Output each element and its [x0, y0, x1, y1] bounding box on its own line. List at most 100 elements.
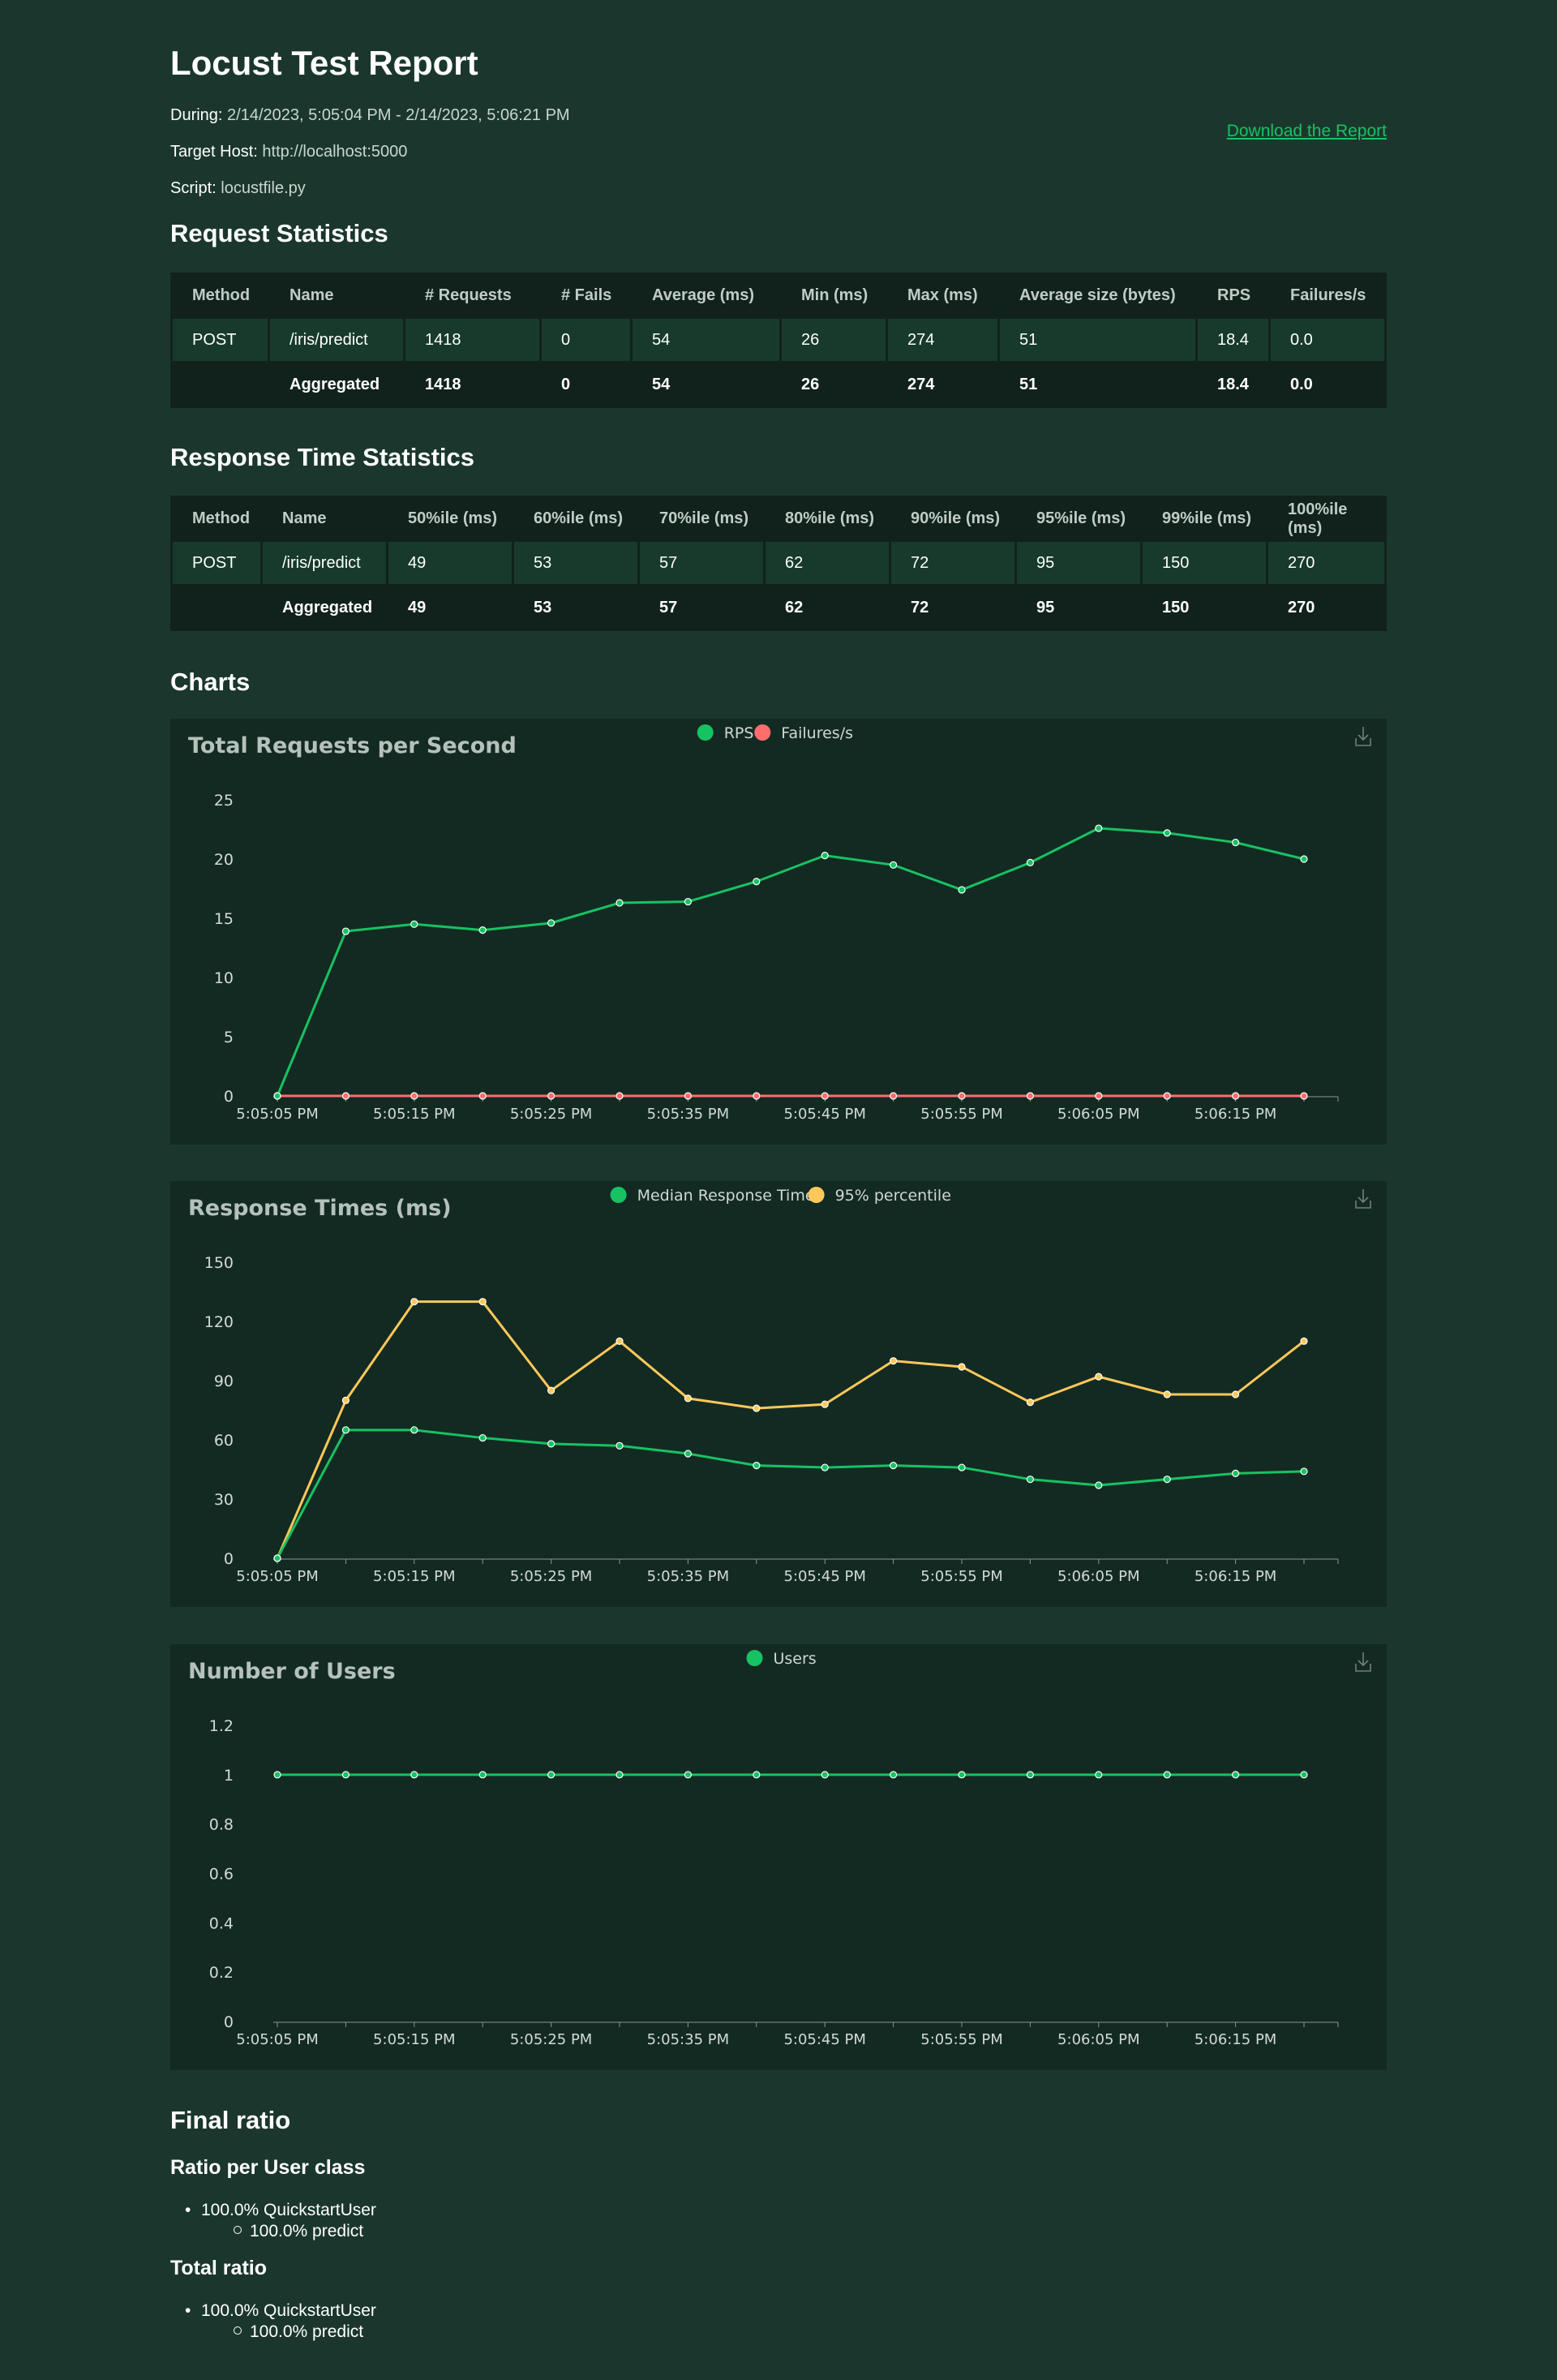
data-point[interactable] — [1231, 1092, 1240, 1100]
data-point[interactable] — [958, 1771, 966, 1779]
data-point[interactable] — [684, 1394, 693, 1403]
data-point[interactable] — [410, 1298, 418, 1306]
legend-label[interactable]: Median Response Time — [637, 1187, 815, 1205]
data-point[interactable] — [547, 1771, 555, 1779]
data-point[interactable] — [958, 1363, 966, 1371]
download-report-link[interactable]: Download the Report — [1227, 122, 1387, 141]
request-statistics-heading: Request Statistics — [170, 219, 388, 247]
data-point[interactable] — [1095, 824, 1103, 832]
data-point[interactable] — [616, 899, 624, 907]
legend-label[interactable]: Users — [774, 1650, 817, 1668]
data-point[interactable] — [410, 1426, 418, 1434]
legend-swatch[interactable] — [754, 724, 771, 741]
data-point[interactable] — [341, 1092, 350, 1100]
download-icon[interactable] — [1355, 1652, 1371, 1672]
data-point[interactable] — [1163, 1390, 1171, 1398]
data-point[interactable] — [753, 878, 761, 886]
data-point[interactable] — [410, 920, 418, 928]
data-point[interactable] — [1231, 838, 1240, 847]
data-point[interactable] — [478, 1298, 487, 1306]
data-point[interactable] — [889, 1357, 898, 1365]
legend-label[interactable]: Failures/s — [781, 724, 853, 742]
data-point[interactable] — [478, 1433, 487, 1442]
data-point[interactable] — [821, 1771, 829, 1779]
data-point[interactable] — [341, 1426, 350, 1434]
data-point[interactable] — [684, 897, 693, 906]
data-point[interactable] — [821, 852, 829, 860]
data-point[interactable] — [1026, 1092, 1035, 1100]
charts-heading: Charts — [170, 668, 251, 696]
data-point[interactable] — [341, 1771, 350, 1779]
data-point[interactable] — [1163, 829, 1171, 837]
legend-label[interactable]: RPS — [724, 724, 754, 742]
data-point[interactable] — [547, 1386, 555, 1394]
data-point[interactable] — [684, 1450, 693, 1458]
data-point[interactable] — [821, 1463, 829, 1471]
data-point[interactable] — [1095, 1092, 1103, 1100]
data-point[interactable] — [1231, 1469, 1240, 1477]
data-point[interactable] — [1095, 1373, 1103, 1381]
user-class-ratio: 100.0% QuickstartUser — [201, 2201, 376, 2219]
data-point[interactable] — [1231, 1390, 1240, 1398]
data-point[interactable] — [616, 1092, 624, 1100]
data-point[interactable] — [341, 1396, 350, 1404]
legend-swatch[interactable] — [610, 1187, 627, 1203]
legend-swatch[interactable] — [697, 724, 714, 741]
data-point[interactable] — [958, 1463, 966, 1471]
data-point[interactable] — [821, 1092, 829, 1100]
table-cell: 150 — [1143, 586, 1266, 629]
data-point[interactable] — [889, 861, 898, 869]
data-point[interactable] — [889, 1092, 898, 1100]
data-point[interactable] — [616, 1441, 624, 1450]
data-point[interactable] — [684, 1771, 693, 1779]
data-point[interactable] — [1163, 1771, 1171, 1779]
data-point[interactable] — [753, 1092, 761, 1100]
data-point[interactable] — [273, 1554, 281, 1562]
data-point[interactable] — [478, 926, 487, 934]
data-point[interactable] — [410, 1771, 418, 1779]
data-point[interactable] — [753, 1462, 761, 1470]
data-point[interactable] — [1095, 1771, 1103, 1779]
data-point[interactable] — [753, 1404, 761, 1412]
data-point[interactable] — [889, 1462, 898, 1470]
data-point[interactable] — [547, 1092, 555, 1100]
data-point[interactable] — [889, 1771, 898, 1779]
data-point[interactable] — [1026, 1398, 1035, 1407]
download-icon[interactable] — [1355, 727, 1371, 746]
data-point[interactable] — [478, 1092, 487, 1100]
data-point[interactable] — [684, 1092, 693, 1100]
data-point[interactable] — [1026, 858, 1035, 866]
data-point[interactable] — [1300, 1467, 1308, 1476]
data-point[interactable] — [1231, 1771, 1240, 1779]
data-point[interactable] — [958, 1092, 966, 1100]
data-point[interactable] — [410, 1092, 418, 1100]
data-point[interactable] — [1163, 1476, 1171, 1484]
table-cell: 274 — [888, 363, 997, 406]
y-tick-label: 150 — [204, 1254, 234, 1272]
data-point[interactable] — [616, 1337, 624, 1345]
data-point[interactable] — [753, 1771, 761, 1779]
download-icon[interactable] — [1355, 1189, 1371, 1209]
data-point[interactable] — [616, 1771, 624, 1779]
legend-label[interactable]: 95% percentile — [835, 1187, 951, 1205]
data-point[interactable] — [273, 1092, 281, 1100]
data-point[interactable] — [1300, 1092, 1308, 1100]
data-point[interactable] — [1300, 855, 1308, 863]
data-point[interactable] — [1095, 1481, 1103, 1489]
data-point[interactable] — [1026, 1476, 1035, 1484]
data-point[interactable] — [958, 886, 966, 894]
data-point[interactable] — [1163, 1092, 1171, 1100]
data-point[interactable] — [821, 1400, 829, 1408]
data-point[interactable] — [1300, 1771, 1308, 1779]
data-point[interactable] — [547, 1440, 555, 1448]
legend-swatch[interactable] — [808, 1187, 825, 1203]
data-point[interactable] — [478, 1771, 487, 1779]
legend-swatch[interactable] — [746, 1650, 763, 1666]
data-point[interactable] — [1026, 1771, 1035, 1779]
data-point[interactable] — [1300, 1337, 1308, 1345]
table-cell: 0 — [542, 363, 630, 406]
data-point[interactable] — [547, 919, 555, 927]
data-point[interactable] — [273, 1771, 281, 1779]
data-point[interactable] — [341, 927, 350, 935]
y-tick-label: 0.2 — [209, 1964, 234, 1982]
